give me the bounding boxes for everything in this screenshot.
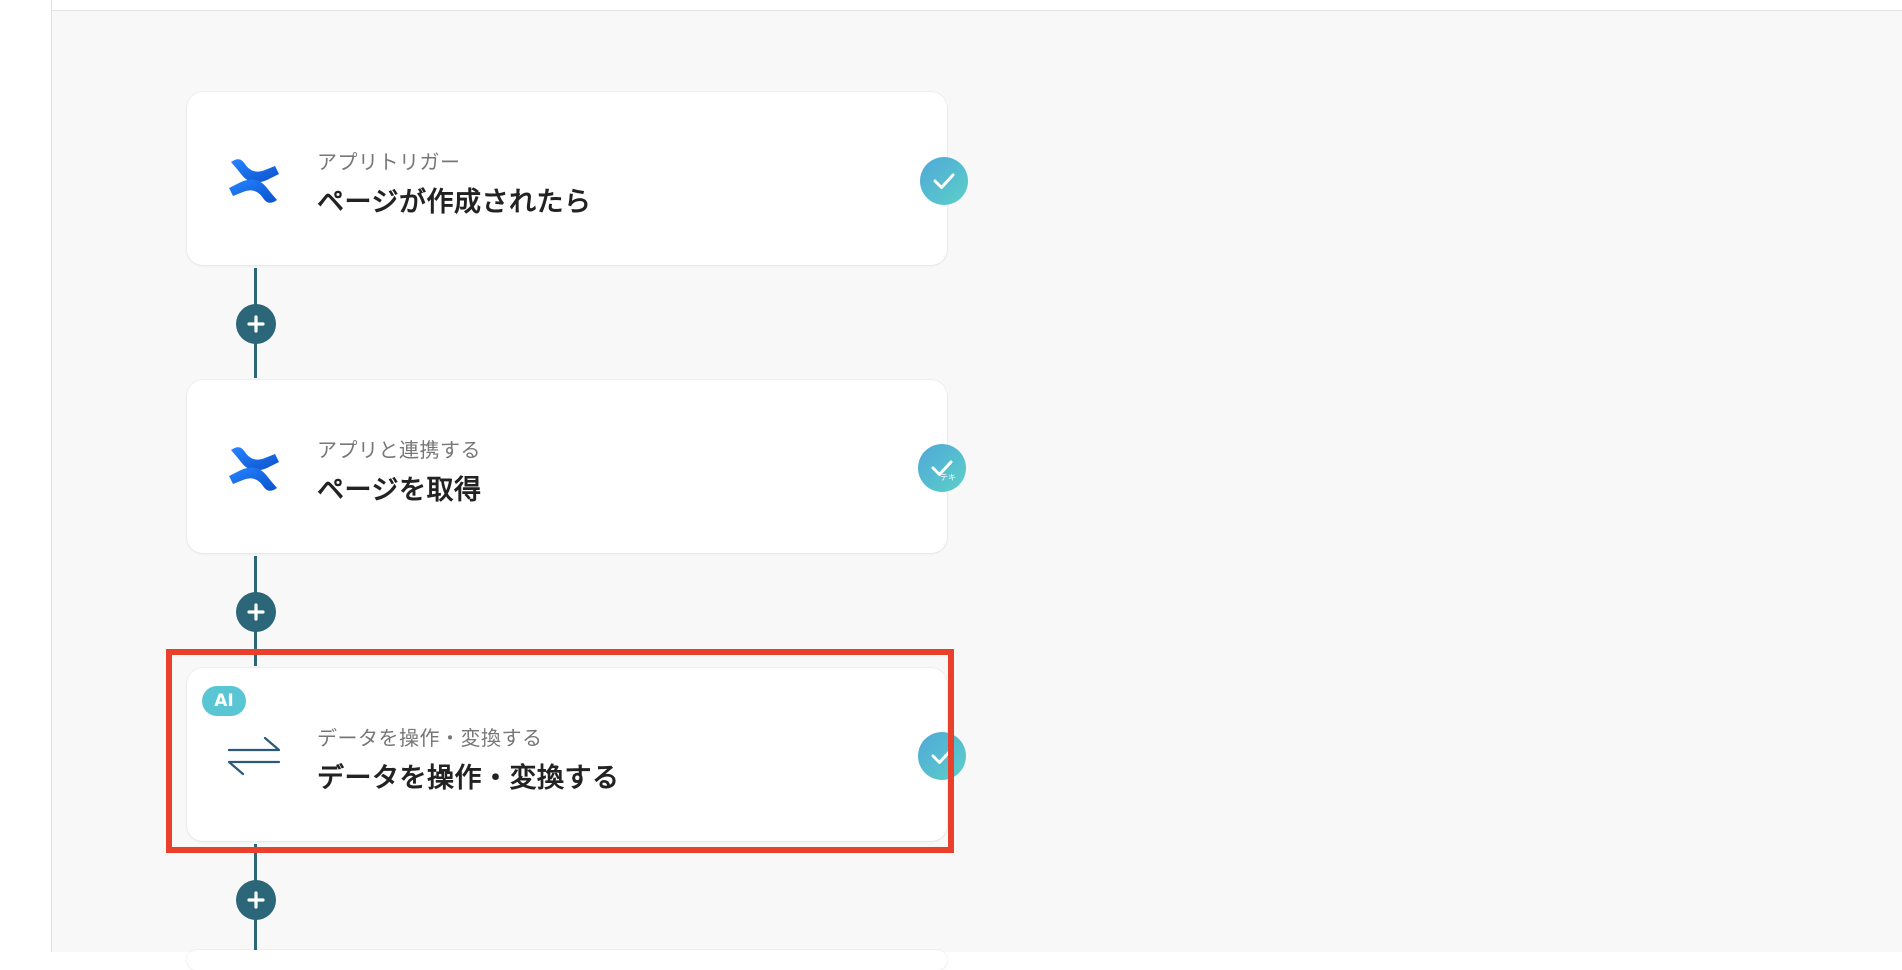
flow-step-app-action[interactable]: アプリと連携する ページを取得 bbox=[187, 380, 947, 553]
ai-badge: AI bbox=[202, 686, 246, 716]
top-panel-edge bbox=[52, 0, 1902, 11]
flow-canvas: アプリトリガー ページが作成されたら アプリと連携する ページを取得 テキ AI… bbox=[51, 0, 1902, 970]
flow-step-data-transform[interactable]: AI データを操作・変換する データを操作・変換する bbox=[187, 668, 947, 841]
step-complete-check-icon bbox=[918, 732, 966, 780]
add-step-button[interactable] bbox=[236, 304, 276, 344]
step-type-label: アプリトリガー bbox=[317, 150, 461, 174]
flow-step-next[interactable] bbox=[187, 950, 947, 970]
step-title: データを操作・変換する bbox=[317, 763, 620, 794]
add-step-button[interactable] bbox=[236, 592, 276, 632]
plus-icon bbox=[247, 603, 265, 621]
flow-step-app-trigger[interactable]: アプリトリガー ページが作成されたら bbox=[187, 92, 947, 265]
step-type-label: アプリと連携する bbox=[317, 438, 481, 462]
plus-icon bbox=[247, 891, 265, 909]
step-complete-check-icon: テキ bbox=[918, 444, 966, 492]
plus-icon bbox=[247, 315, 265, 333]
transform-arrows-icon bbox=[225, 728, 283, 786]
step-title: ページが作成されたら bbox=[317, 187, 592, 218]
confluence-icon bbox=[225, 440, 283, 498]
confluence-icon bbox=[225, 152, 283, 210]
add-step-button[interactable] bbox=[236, 880, 276, 920]
step-type-label: データを操作・変換する bbox=[317, 726, 543, 750]
step-title: ページを取得 bbox=[317, 475, 482, 506]
step-complete-check-icon bbox=[920, 157, 968, 205]
check-caption: テキ bbox=[940, 473, 956, 482]
